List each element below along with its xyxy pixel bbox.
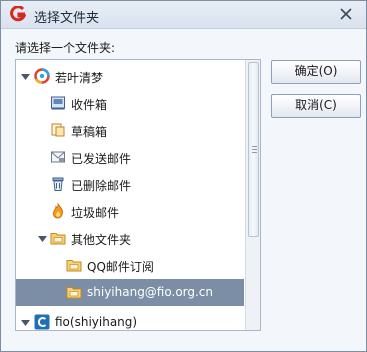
folder-label: 已删除邮件 bbox=[71, 179, 132, 193]
tree-account-fio[interactable]: fio(shiyihang) bbox=[16, 309, 244, 330]
grip-line bbox=[252, 149, 257, 150]
tree-folder-deleted[interactable]: 已删除邮件 bbox=[16, 171, 244, 198]
vertical-scrollbar[interactable] bbox=[245, 60, 260, 330]
prompt-label: 请选择一个文件夹: bbox=[15, 41, 116, 55]
folder-tree[interactable]: 若叶清梦 收件箱 草稿箱 已发送邮件 已删除邮件 垃圾邮件 其他文件夹 QQ邮件… bbox=[15, 59, 261, 331]
tree-folder-sent[interactable]: 已发送邮件 bbox=[16, 144, 244, 171]
grip-line bbox=[252, 146, 257, 147]
sent-mail-icon bbox=[51, 151, 65, 163]
tree-folder-shiyihang[interactable]: shiyihang@fio.org.cn bbox=[16, 279, 244, 306]
folder-label: 收件箱 bbox=[71, 98, 108, 112]
account-c-icon bbox=[34, 314, 50, 330]
tree-folder-drafts[interactable]: 草稿箱 bbox=[16, 117, 244, 144]
grip-line bbox=[252, 152, 257, 153]
select-folder-dialog: 选择文件夹 请选择一个文件夹: 若叶清梦 收件箱 草稿箱 已发送邮件 已删除邮件… bbox=[0, 0, 367, 352]
app-logo-icon bbox=[10, 6, 26, 22]
account-logo-icon bbox=[34, 68, 50, 84]
tree-folder-inbox[interactable]: 收件箱 bbox=[16, 90, 244, 117]
ok-button[interactable]: 确定(O) bbox=[271, 60, 361, 84]
folder-icon bbox=[50, 233, 66, 245]
expand-arrow-icon[interactable] bbox=[21, 318, 30, 327]
folder-label: QQ邮件订阅 bbox=[87, 260, 154, 274]
trash-icon bbox=[52, 177, 64, 191]
subfolder-icon bbox=[66, 287, 82, 299]
folder-label: 其他文件夹 bbox=[71, 233, 132, 247]
folder-label: 已发送邮件 bbox=[71, 152, 132, 166]
window-title: 选择文件夹 bbox=[34, 11, 100, 26]
tree-account-ruoye[interactable]: 若叶清梦 bbox=[16, 63, 244, 90]
folder-label: 草稿箱 bbox=[71, 125, 108, 139]
expand-arrow-icon[interactable] bbox=[38, 234, 47, 243]
spam-icon bbox=[53, 203, 63, 219]
close-icon[interactable] bbox=[335, 4, 357, 24]
folder-label: 垃圾邮件 bbox=[71, 206, 120, 220]
inbox-icon bbox=[51, 96, 65, 110]
account-name: 若叶清梦 bbox=[55, 71, 104, 85]
tree-folder-spam[interactable]: 垃圾邮件 bbox=[16, 198, 244, 225]
cancel-button[interactable]: 取消(C) bbox=[271, 94, 361, 118]
tree-folder-qq-subscription[interactable]: QQ邮件订阅 bbox=[16, 252, 244, 279]
tree-folder-other[interactable]: 其他文件夹 bbox=[16, 225, 244, 252]
scrollbar-thumb[interactable] bbox=[248, 62, 259, 237]
subfolder-icon bbox=[66, 260, 82, 272]
expand-arrow-icon[interactable] bbox=[21, 72, 30, 81]
account-name: fio(shiyihang) bbox=[55, 315, 138, 329]
title-bar[interactable]: 选择文件夹 bbox=[1, 1, 366, 29]
folder-label: shiyihang@fio.org.cn bbox=[87, 285, 214, 299]
drafts-icon bbox=[51, 123, 65, 137]
